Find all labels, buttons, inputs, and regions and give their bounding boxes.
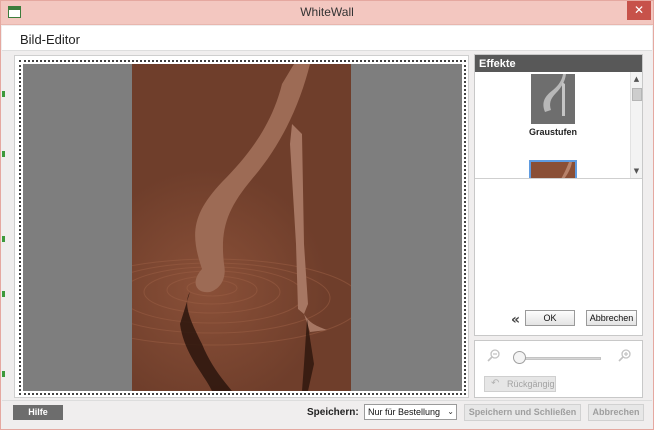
app-window: WhiteWall ✕ Bild-Editor Effekte Graustuf…: [0, 0, 654, 430]
effects-scrollbar[interactable]: ▲ ▼: [630, 72, 642, 178]
canvas-background: [23, 64, 462, 391]
footer-bar: Hilfe Speichern: Nur für Bestellung ⌄ Sp…: [2, 400, 652, 429]
scroll-up-icon[interactable]: ▲: [631, 74, 642, 85]
cancel-button[interactable]: Abbrechen: [588, 404, 644, 421]
window-title: WhiteWall: [300, 5, 354, 19]
back-chevrons-icon[interactable]: «: [511, 312, 520, 328]
editor-header: Bild-Editor: [2, 26, 652, 51]
save-mode-select[interactable]: Nur für Bestellung ⌄: [364, 404, 457, 420]
scroll-down-icon[interactable]: ▼: [631, 166, 642, 177]
effect-sepia-thumbnail[interactable]: [529, 160, 577, 178]
effects-list[interactable]: Graustufen ▲ ▼: [475, 72, 642, 179]
title-bar[interactable]: WhiteWall ✕: [1, 1, 653, 25]
help-button[interactable]: Hilfe: [13, 405, 63, 420]
undo-label: Rückgängig: [507, 379, 555, 389]
flamingo-photo[interactable]: [132, 64, 351, 391]
zoom-out-icon[interactable]: [487, 348, 501, 362]
effects-heading: Effekte: [475, 55, 642, 72]
scroll-thumb[interactable]: [632, 88, 642, 101]
effect-grayscale-label: Graustufen: [528, 127, 577, 137]
undo-button[interactable]: ↶ Rückgängig: [484, 376, 556, 392]
chevron-down-icon: ⌄: [447, 407, 454, 416]
zoom-panel: ↶ Rückgängig: [474, 340, 643, 398]
sepia-preview: [531, 162, 575, 178]
close-button[interactable]: ✕: [627, 1, 651, 20]
save-mode-label: Speichern:: [307, 407, 359, 418]
zoom-slider-handle[interactable]: [513, 351, 526, 364]
zoom-slider-track[interactable]: [515, 357, 601, 360]
save-mode-value: Nur für Bestellung: [368, 407, 441, 417]
flamingo-image: [132, 64, 351, 391]
effects-panel: Effekte Graustufen ▲ ▼ « OK Abbrechen: [474, 54, 643, 336]
ok-button[interactable]: OK: [525, 310, 575, 326]
effect-grayscale-thumbnail[interactable]: [531, 74, 575, 124]
effects-cancel-button[interactable]: Abbrechen: [586, 310, 637, 326]
page-title: Bild-Editor: [20, 32, 80, 47]
save-and-close-button[interactable]: Speichern und Schließen: [464, 404, 581, 421]
undo-icon: ↶: [491, 378, 500, 389]
zoom-in-icon[interactable]: [618, 348, 632, 362]
left-edge-markers: [2, 91, 5, 391]
image-canvas[interactable]: [14, 55, 469, 398]
grayscale-preview: [531, 74, 575, 124]
